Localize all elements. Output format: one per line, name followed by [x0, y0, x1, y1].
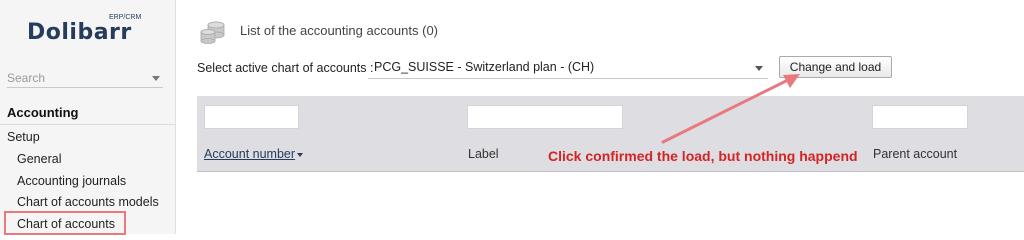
menu-divider — [0, 124, 175, 125]
menu-item-general[interactable]: General — [17, 152, 61, 166]
chart-select-value: PCG_SUISSE - Switzerland plan - (CH) — [374, 60, 595, 74]
sort-down-icon — [297, 152, 304, 157]
column-account-number[interactable]: Account number — [204, 147, 304, 161]
menu-section-accounting[interactable]: Accounting — [7, 105, 79, 120]
sidebar: Dolibarr ERP/CRM Search Accounting Setup… — [0, 0, 176, 235]
chevron-down-icon — [152, 76, 160, 81]
chart-select-label: Select active chart of accounts : — [197, 61, 374, 75]
search-placeholder: Search — [7, 71, 46, 85]
filter-account-number-input[interactable] — [204, 105, 299, 129]
chevron-down-icon — [755, 66, 763, 71]
filter-parent-account-input[interactable] — [872, 105, 968, 129]
annotation-highlight-box — [4, 211, 126, 235]
chart-of-accounts-select[interactable]: PCG_SUISSE - Switzerland plan - (CH) — [368, 57, 768, 79]
logo-tagline: ERP/CRM — [109, 14, 142, 21]
app-logo[interactable]: Dolibarr ERP/CRM — [27, 14, 157, 54]
menu-item-chart-of-accounts-models[interactable]: Chart of accounts models — [17, 195, 159, 209]
menu-item-accounting-journals[interactable]: Accounting journals — [17, 174, 126, 188]
column-account-number-label: Account number — [204, 147, 296, 161]
menu-group-setup[interactable]: Setup — [7, 130, 40, 144]
column-parent-account[interactable]: Parent account — [873, 147, 957, 161]
annotation-text: Click confirmed the load, but nothing ha… — [548, 148, 858, 164]
filter-label-input[interactable] — [467, 105, 623, 129]
coins-icon — [200, 21, 225, 44]
change-and-load-button[interactable]: Change and load — [779, 56, 892, 78]
logo-name: Dolibarr — [27, 20, 132, 45]
search-select[interactable]: Search — [7, 68, 163, 88]
page-title: List of the accounting accounts (0) — [240, 23, 439, 38]
column-label[interactable]: Label — [468, 147, 499, 161]
